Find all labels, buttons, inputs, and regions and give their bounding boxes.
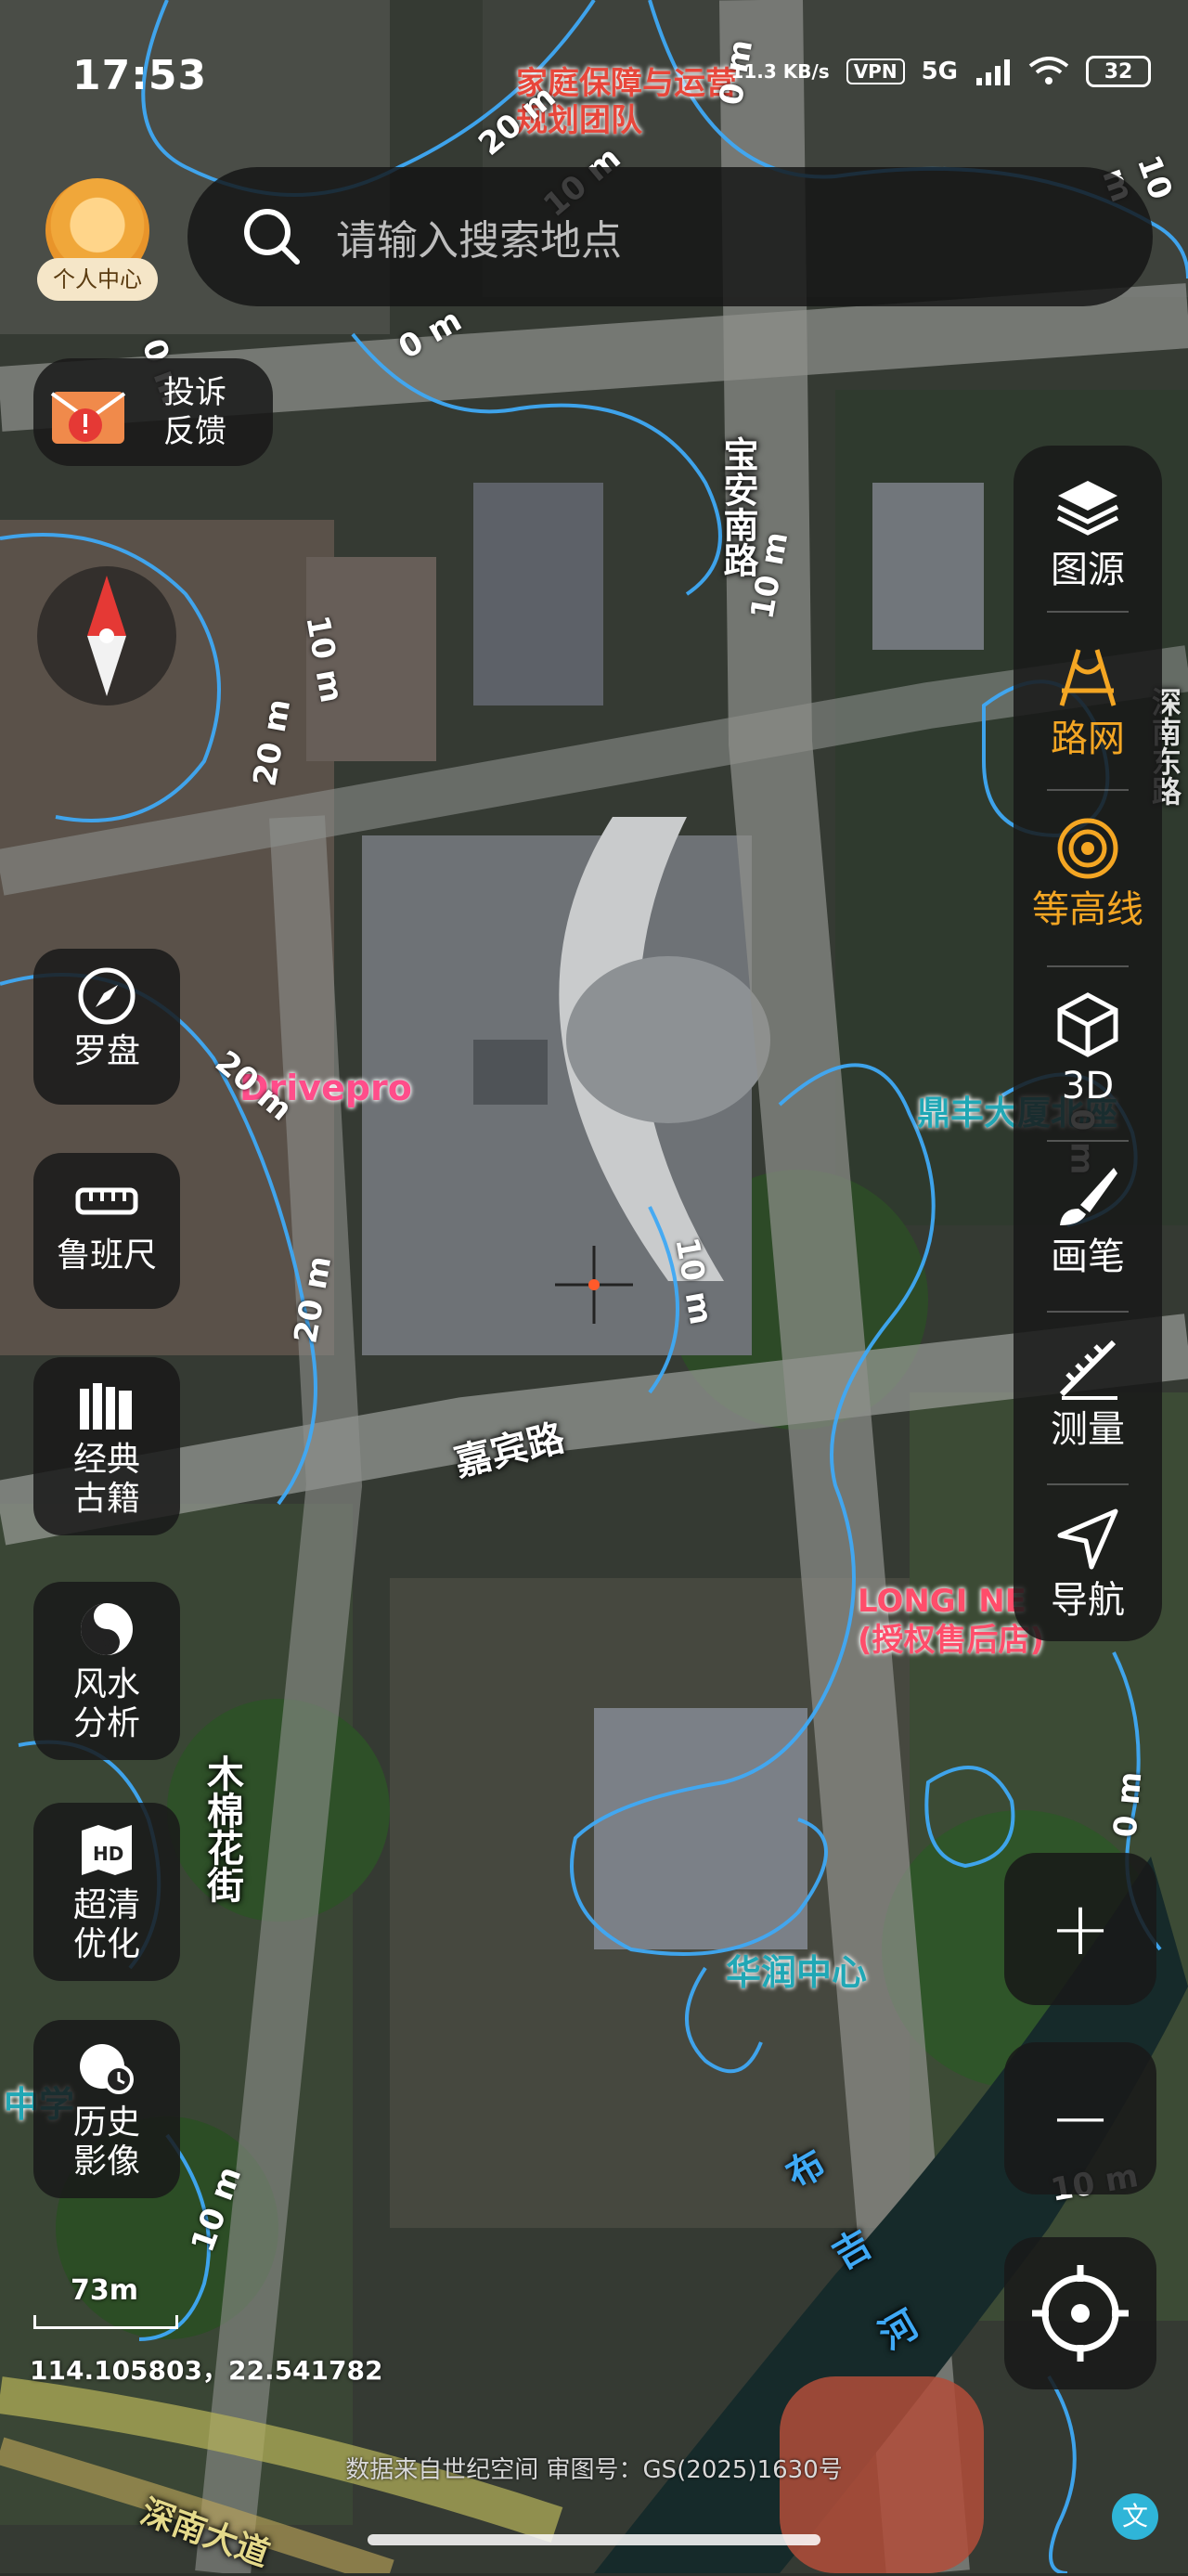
tool-label: 风水 分析 xyxy=(72,1665,140,1742)
cube-icon xyxy=(1057,992,1118,1057)
layers-icon xyxy=(1056,481,1119,536)
home-indicator[interactable] xyxy=(368,2534,820,2545)
zoom-in-button[interactable]: + xyxy=(1004,1853,1156,2005)
road-label-mumian: 木棉花街 xyxy=(200,1754,243,1903)
tool-fengshui-button[interactable]: 风水 分析 xyxy=(33,1582,180,1760)
road-network-icon xyxy=(1059,649,1117,706)
tool-label: 3D xyxy=(1061,1065,1115,1107)
scale-line xyxy=(33,2315,178,2329)
measure-icon xyxy=(1059,1340,1117,1400)
search-placeholder: 请输入搜索地点 xyxy=(336,217,622,265)
tool-label: 图源 xyxy=(1051,549,1125,591)
feedback-label-line1: 投诉 xyxy=(163,374,226,411)
tool-label: 鲁班尺 xyxy=(56,1236,157,1275)
tool-label: 超清 优化 xyxy=(72,1886,140,1963)
tool-ruler-button[interactable]: 鲁班尺 xyxy=(33,1153,180,1309)
wifi-icon xyxy=(1028,57,1069,84)
zoom-out-button[interactable]: − xyxy=(1004,2042,1156,2194)
signal-icon xyxy=(976,59,1010,85)
translate-icon[interactable]: 文 xyxy=(1112,2493,1158,2540)
feedback-label: 投诉 反馈 xyxy=(163,373,226,451)
tool-label: 路网 xyxy=(1051,718,1125,760)
ruler-icon xyxy=(75,1187,138,1215)
north-compass[interactable] xyxy=(37,566,176,705)
tool-label: 历史 影像 xyxy=(72,2104,140,2181)
search-icon xyxy=(244,209,300,265)
tool-label: 罗盘 xyxy=(72,1032,140,1070)
battery-indicator: 32 xyxy=(1086,56,1151,87)
contour-label: 0 m xyxy=(1106,1769,1150,1840)
divider xyxy=(1047,789,1129,791)
3d-button[interactable]: 3D xyxy=(1014,990,1162,1108)
divider xyxy=(1047,1483,1129,1485)
crosshair-locate-icon xyxy=(1032,2265,1129,2362)
contour-button[interactable]: 等高线 xyxy=(1014,813,1162,932)
profile-label: 个人中心 xyxy=(37,258,158,301)
brush-button[interactable]: 画笔 xyxy=(1014,1160,1162,1279)
measure-button[interactable]: 测量 xyxy=(1014,1333,1162,1452)
status-indicators: 11.3 KB/s VPN 5G 32 xyxy=(730,56,1151,87)
tool-compass-button[interactable]: 罗盘 xyxy=(33,949,180,1105)
books-icon xyxy=(80,1383,132,1430)
plus-icon: + xyxy=(1049,1885,1112,1972)
contour-icon xyxy=(1057,818,1118,879)
svg-text:HD: HD xyxy=(93,1843,123,1865)
divider xyxy=(1047,1311,1129,1313)
divider xyxy=(1047,1140,1129,1142)
divider xyxy=(1047,965,1129,967)
status-bar: 17:53 11.3 KB/s VPN 5G 32 xyxy=(0,35,1188,119)
minus-icon: − xyxy=(1049,2075,1112,2161)
navigate-button[interactable]: 导航 xyxy=(1014,1504,1162,1623)
tool-label: 导航 xyxy=(1051,1579,1125,1622)
coordinates-readout: 114.105803，22.541782 xyxy=(30,2355,383,2386)
compass-icon xyxy=(78,967,136,1025)
status-time: 17:53 xyxy=(72,52,208,99)
right-toolbar: 图源 路网 等高线 3D 画笔 测量 导航 xyxy=(1014,446,1162,1641)
envelope-warning-icon xyxy=(50,392,126,444)
net-speed: 11.3 KB/s xyxy=(730,60,830,83)
navigate-icon xyxy=(1057,1508,1118,1570)
feedback-button[interactable]: 投诉 反馈 xyxy=(33,358,273,466)
tool-hd-button[interactable]: HD 超清 优化 xyxy=(33,1803,180,1981)
divider xyxy=(1047,611,1129,613)
road-network-button[interactable]: 路网 xyxy=(1014,642,1162,761)
map-credit: 数据来自世纪空间 审图号：GS(2025)1630号 xyxy=(345,2456,843,2484)
tool-label: 测量 xyxy=(1051,1408,1125,1451)
scale-value: 73m xyxy=(71,2274,139,2307)
feedback-label-line2: 反馈 xyxy=(163,413,226,450)
tool-books-button[interactable]: 经典 古籍 xyxy=(33,1357,180,1535)
poi-label-crc: 华润中心 xyxy=(726,1952,868,1993)
layer-source-button[interactable]: 图源 xyxy=(1014,473,1162,592)
search-bar[interactable]: 请输入搜索地点 xyxy=(187,167,1153,306)
tool-label: 画笔 xyxy=(1051,1236,1125,1278)
hd-map-icon: HD xyxy=(82,1825,132,1875)
tool-label: 经典 古籍 xyxy=(72,1441,140,1518)
tool-label: 等高线 xyxy=(1032,888,1143,931)
compass-needle-icon xyxy=(87,576,126,696)
vpn-badge: VPN xyxy=(846,58,905,84)
tool-history-button[interactable]: 历史 影像 xyxy=(33,2020,180,2198)
yin-yang-icon xyxy=(81,1603,133,1655)
history-globe-icon xyxy=(80,2044,134,2094)
locate-button[interactable] xyxy=(1004,2237,1156,2389)
profile-button[interactable]: 个人中心 xyxy=(37,178,158,308)
network-type: 5G xyxy=(921,58,958,85)
brush-icon xyxy=(1060,1168,1117,1225)
